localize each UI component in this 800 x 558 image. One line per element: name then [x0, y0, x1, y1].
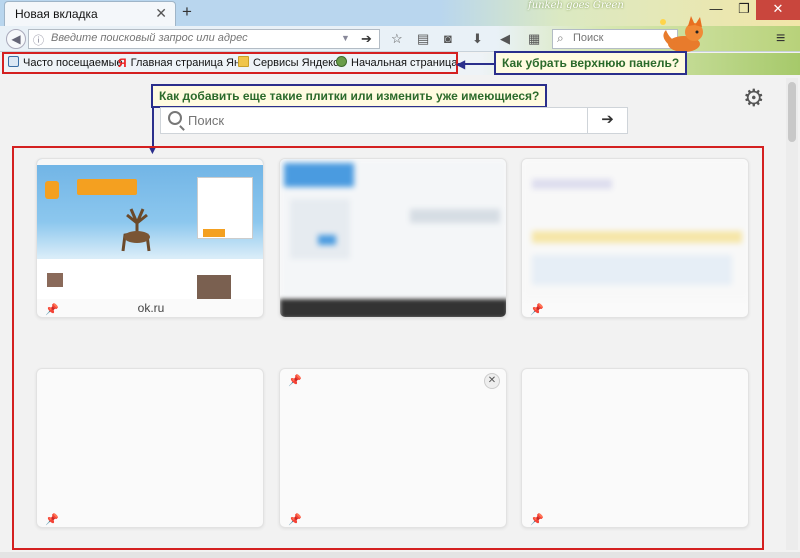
tab-title: Новая вкладка: [15, 7, 98, 21]
deer-image: [121, 208, 151, 252]
tile-blurred[interactable]: [279, 158, 507, 318]
back-button[interactable]: ◀: [6, 29, 26, 49]
go-icon[interactable]: ➔: [361, 31, 372, 47]
tile-caption: [522, 299, 748, 317]
callout-top-panel: Как убрать верхнюю панель?: [494, 51, 688, 75]
theme-label: funkeh goes Green: [528, 0, 624, 11]
tile-empty[interactable]: 📌 ✕ 📌: [279, 368, 507, 528]
bookmarks-highlight-box: [2, 52, 458, 74]
addon-icon[interactable]: ▦: [528, 31, 540, 47]
theme-fox-image: [660, 16, 703, 52]
tile-thumbnail: [37, 159, 263, 299]
menu-button[interactable]: ≡: [776, 30, 785, 48]
callout-tiles: Как добавить еще такие плитки или измени…: [151, 84, 548, 108]
new-tab-button[interactable]: +: [182, 2, 192, 22]
url-dropdown-icon[interactable]: ▼: [341, 33, 350, 43]
tile-caption: [280, 509, 506, 527]
send-icon[interactable]: ◀: [500, 31, 510, 47]
gear-icon[interactable]: ⚙: [743, 84, 765, 113]
pin-icon[interactable]: 📌: [288, 374, 302, 387]
tile-thumbnail: [280, 159, 506, 299]
close-icon[interactable]: ✕: [484, 373, 500, 389]
tile-ok-ru[interactable]: 📌 ok.ru: [36, 158, 264, 318]
close-tab-icon[interactable]: ✕: [155, 5, 167, 22]
scrollbar-thumb[interactable]: [788, 82, 796, 142]
search-icon: [168, 111, 182, 125]
pocket-icon[interactable]: ◙: [444, 31, 452, 46]
search-icon: ⌕: [557, 31, 564, 45]
page-search-input[interactable]: [188, 113, 568, 128]
tile-thumbnail: [522, 159, 748, 299]
arrow-head-icon: ◀: [456, 57, 466, 71]
bookmark-star-icon[interactable]: ☆: [391, 31, 403, 47]
search-go-button[interactable]: ➔: [587, 108, 627, 133]
callout-arrow-line: [152, 106, 154, 150]
tile-caption: [280, 299, 506, 317]
download-icon[interactable]: ⬇: [472, 31, 483, 47]
page-search-box[interactable]: ➔: [160, 107, 628, 134]
tile-empty[interactable]: 📌: [521, 368, 749, 528]
tile-caption: [37, 509, 263, 527]
url-bar[interactable]: ⓘ ▼ ➔: [28, 29, 380, 49]
search-input[interactable]: [573, 32, 673, 44]
status-bar: [0, 552, 800, 558]
info-icon[interactable]: ⓘ: [33, 32, 44, 48]
url-input[interactable]: [51, 32, 331, 44]
scrollbar[interactable]: [786, 78, 798, 550]
tile-blurred[interactable]: 📌: [521, 158, 749, 318]
tile-caption: ok.ru: [137, 301, 165, 315]
close-window-button[interactable]: ✕: [756, 0, 800, 20]
reading-list-icon[interactable]: ▤: [417, 31, 429, 47]
tile-caption: [522, 509, 748, 527]
tab-new-tab[interactable]: Новая вкладка ✕: [4, 1, 176, 26]
tile-empty[interactable]: 📌: [36, 368, 264, 528]
